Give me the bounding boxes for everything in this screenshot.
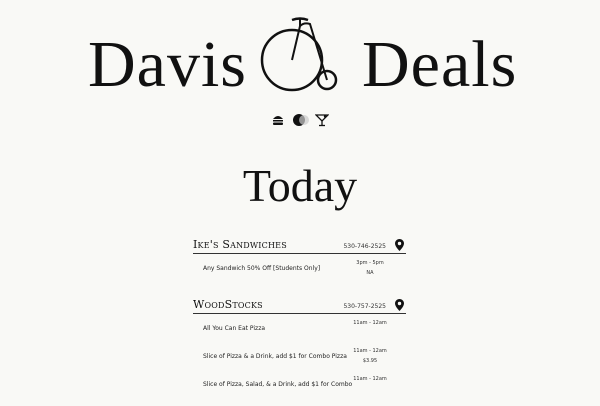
restaurant-phone[interactable]: 530-757-2525 [343, 303, 386, 310]
deal-row: All You Can Eat Pizza 11am - 12am [193, 318, 406, 342]
deal-description: Slice of Pizza, Salad, & a Drink, add $1… [203, 381, 353, 388]
site-header: Davis Deals [0, 0, 600, 110]
deal-time: 11am - 12am [353, 348, 387, 354]
site-title-deals: Deals [362, 28, 518, 101]
deal-description: Slice of Pizza & a Drink, add $1 for Com… [203, 353, 347, 360]
restaurant-header: WoodStocks 530-757-2525 [193, 296, 406, 314]
category-filter [270, 111, 330, 129]
restaurant-name[interactable]: WoodStocks [193, 298, 263, 311]
deal-row: Slice of Pizza, Salad, & a Drink, add $1… [193, 374, 406, 398]
deal-meta: 11am - 12am [350, 318, 390, 328]
map-pin-icon[interactable] [395, 299, 404, 311]
deal-row: Any Sandwich 50% Off [Students Only] 3pm… [193, 258, 406, 282]
deal-price: NA [366, 270, 374, 276]
restaurant-name[interactable]: Ike's Sandwiches [193, 238, 287, 251]
deal-meta: 11am - 12am $3.95 [350, 346, 390, 366]
deal-row: Slice of Pizza & a Drink, add $1 for Com… [193, 346, 406, 370]
burger-icon[interactable] [271, 113, 285, 127]
deal-time: 11am - 12am [353, 320, 387, 326]
deal-description: Any Sandwich 50% Off [Students Only] [203, 265, 321, 272]
cocktail-icon[interactable] [315, 113, 329, 127]
restaurant-list: Ike's Sandwiches 530-746-2525 Any Sandwi… [193, 236, 406, 406]
deal-description: All You Can Eat Pizza [203, 325, 266, 332]
restaurant-phone[interactable]: 530-746-2525 [343, 243, 386, 250]
restaurant-header: Ike's Sandwiches 530-746-2525 [193, 236, 406, 254]
deal-price: $3.95 [362, 358, 378, 364]
deal-time: 11am - 12am [353, 376, 387, 382]
deal-time: 3pm - 5pm [356, 260, 384, 266]
deal-meta: 3pm - 5pm NA [350, 258, 390, 278]
penny-farthing-logo[interactable] [254, 8, 344, 94]
deal-meta: 11am - 12am [350, 374, 390, 384]
page-heading: Today [242, 160, 358, 211]
site-title-davis: Davis [88, 28, 247, 101]
food-icon[interactable] [291, 113, 309, 127]
map-pin-icon[interactable] [395, 239, 404, 251]
restaurant-card: WoodStocks 530-757-2525 All You Can Eat … [193, 296, 406, 398]
restaurant-card: Ike's Sandwiches 530-746-2525 Any Sandwi… [193, 236, 406, 282]
